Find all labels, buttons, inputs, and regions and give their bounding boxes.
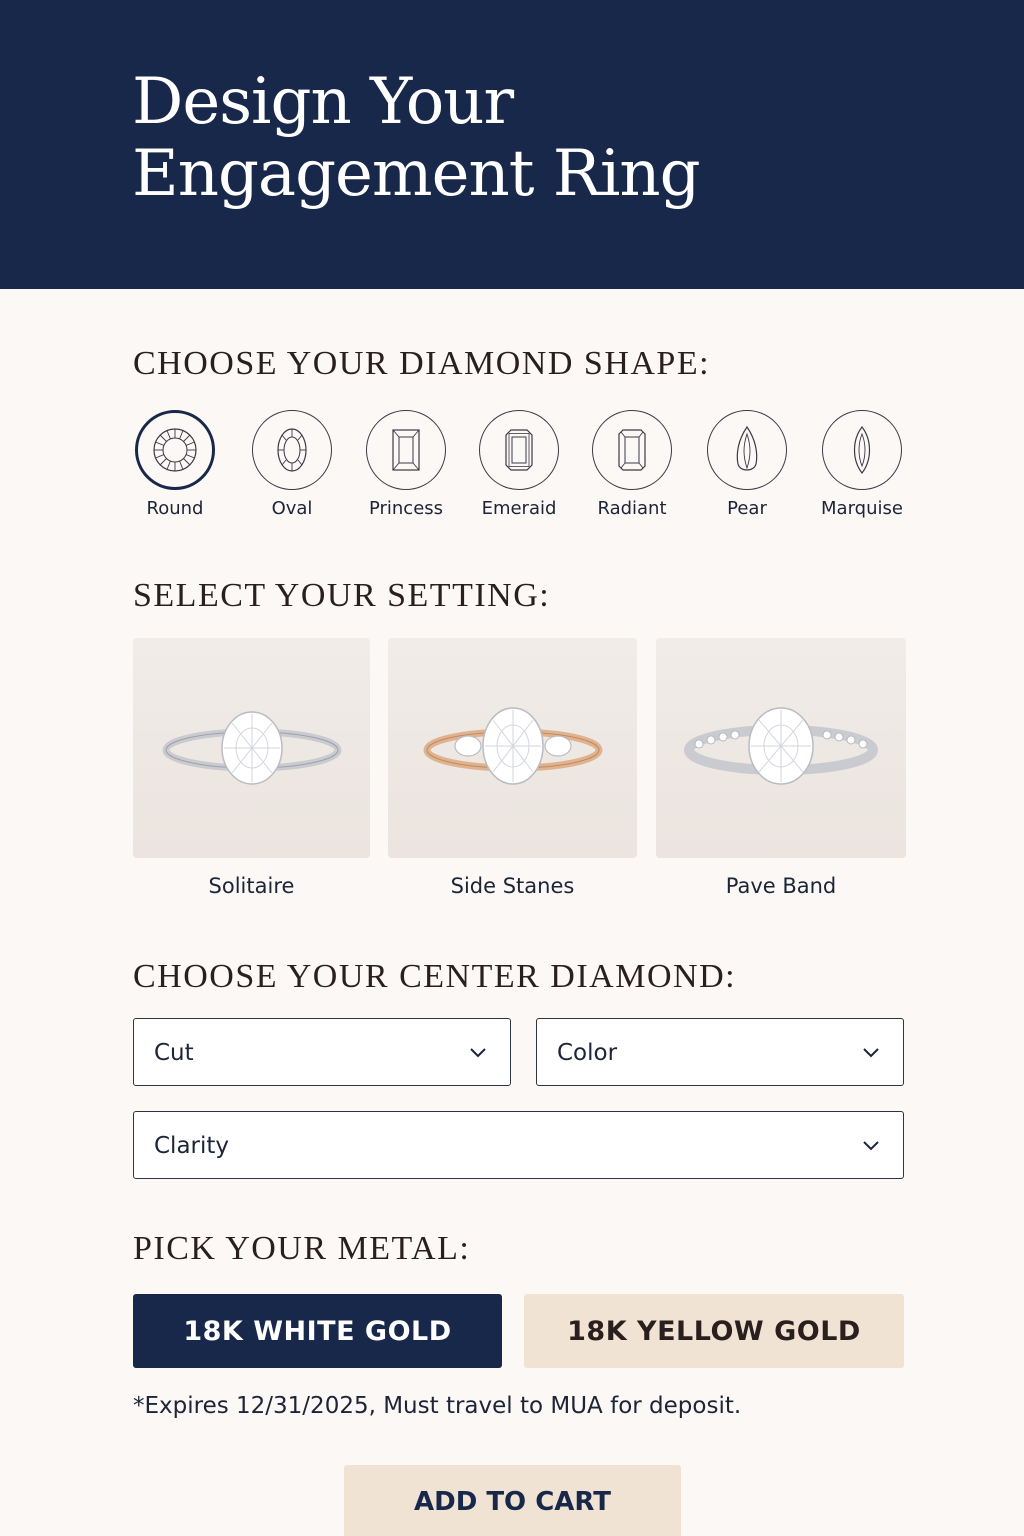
oval-diamond-icon bbox=[252, 410, 332, 490]
shape-label: Round bbox=[146, 498, 204, 519]
shape-label: Marquise bbox=[821, 498, 903, 519]
white-gold-button[interactable]: 18K WHITE GOLD bbox=[133, 1294, 502, 1368]
shape-option-marquise[interactable]: Marquise bbox=[807, 410, 917, 530]
center-diamond-section-title: CHOOSE YOUR CENTER DIAMOND: bbox=[133, 958, 737, 995]
chevron-down-icon bbox=[470, 1048, 486, 1058]
round-diamond-icon bbox=[135, 410, 215, 490]
yellow-gold-button[interactable]: 18K YELLOW GOLD bbox=[524, 1294, 904, 1368]
chevron-down-icon bbox=[863, 1141, 879, 1151]
setting-label: Solitaire bbox=[208, 874, 295, 898]
shape-option-radiant[interactable]: Radiant bbox=[577, 410, 687, 530]
shape-label: Oval bbox=[271, 498, 313, 519]
solitaire-ring-image bbox=[133, 638, 370, 858]
chevron-down-icon bbox=[863, 1048, 879, 1058]
color-select-value: Color bbox=[557, 1040, 618, 1066]
shape-option-pear[interactable]: Pear bbox=[692, 410, 802, 530]
disclaimer-note: *Expires 12/31/2025, Must travel to MUA … bbox=[133, 1393, 742, 1419]
marquise-diamond-icon bbox=[822, 410, 902, 490]
pear-diamond-icon bbox=[707, 410, 787, 490]
shape-label: Emeraid bbox=[481, 498, 557, 519]
radiant-diamond-icon bbox=[592, 410, 672, 490]
setting-option-side-stones[interactable]: Side Stanes bbox=[388, 638, 637, 908]
princess-diamond-icon bbox=[366, 410, 446, 490]
setting-label: Pave Band bbox=[725, 874, 837, 898]
metal-section-title: PICK YOUR METAL: bbox=[133, 1230, 471, 1267]
shape-section-title: CHOOSE YOUR DIAMOND SHAPE: bbox=[133, 345, 711, 382]
page-title: Design Your Engagement Ring bbox=[132, 65, 701, 211]
color-select[interactable]: Color bbox=[536, 1018, 904, 1086]
pave-band-ring-image bbox=[656, 638, 906, 858]
setting-option-pave-band[interactable]: Pave Band bbox=[656, 638, 906, 908]
shape-option-oval[interactable]: Oval bbox=[237, 410, 347, 530]
cut-select-value: Cut bbox=[154, 1040, 194, 1066]
shape-option-emerald[interactable]: Emeraid bbox=[464, 410, 574, 530]
cut-select[interactable]: Cut bbox=[133, 1018, 511, 1086]
add-to-cart-button[interactable]: ADD TO CART bbox=[344, 1465, 681, 1536]
setting-label: Side Stanes bbox=[450, 874, 575, 898]
shape-label: Princess bbox=[368, 498, 444, 519]
shape-option-princess[interactable]: Princess bbox=[351, 410, 461, 530]
shape-label: Radiant bbox=[597, 498, 667, 519]
setting-option-solitaire[interactable]: Solitaire bbox=[133, 638, 370, 908]
clarity-select-value: Clarity bbox=[154, 1133, 230, 1159]
side-stones-ring-image bbox=[388, 638, 637, 858]
emerald-diamond-icon bbox=[479, 410, 559, 490]
clarity-select[interactable]: Clarity bbox=[133, 1111, 904, 1179]
setting-section-title: SELECT YOUR SETTING: bbox=[133, 577, 551, 614]
page-header: Design Your Engagement Ring bbox=[0, 0, 1024, 289]
shape-option-round[interactable]: Round bbox=[120, 410, 230, 530]
shape-label: Pear bbox=[727, 498, 767, 519]
